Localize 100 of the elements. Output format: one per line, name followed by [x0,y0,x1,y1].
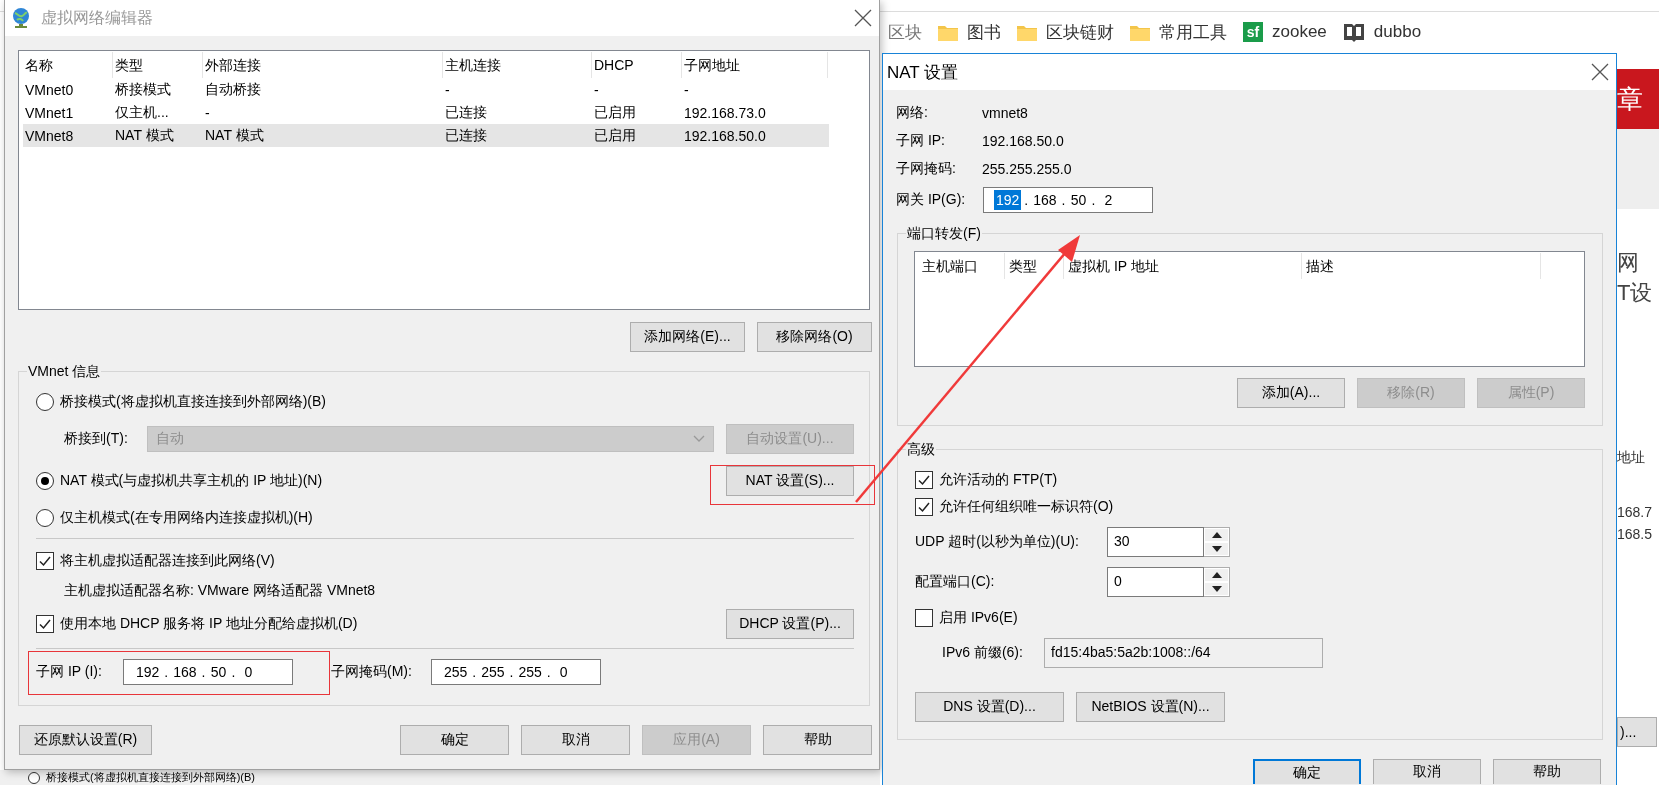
ip-octet: 192 [135,663,161,682]
column-header[interactable]: 子网地址 [682,52,828,78]
group-title: VMnet 信息 [27,362,102,380]
dialog-button[interactable]: 取消 [521,725,630,755]
list-button[interactable]: 添加网络(E)... [630,322,745,352]
list-button[interactable]: 添加(A)... [1237,378,1345,408]
checkbox[interactable] [36,552,54,570]
ip-octet: 50 [209,663,228,682]
table-cell-text: VMnet0 [24,81,75,98]
bookmark[interactable]: dubbo [1342,22,1422,42]
settings-button[interactable]: NetBIOS 设置(N)... [1076,692,1225,722]
window-title: 虚拟网络编辑器 [41,7,153,28]
settings-button[interactable]: DHCP 设置(P)... [726,609,854,639]
column-header[interactable]: 主机连接 [443,52,592,78]
ip-octet: 0 [558,663,569,682]
down-triangle-icon [1211,586,1222,592]
checkbox[interactable] [915,471,933,489]
radio-label[interactable]: NAT 模式(与虚拟机共享主机的 IP 地址)(N) [60,472,323,490]
dialog-button[interactable]: 帮助 [763,725,872,755]
dialog-button[interactable]: 取消 [1373,759,1481,784]
radio-button[interactable] [36,393,54,411]
field-label: IPv6 前缀(6): [942,644,1024,662]
page-text: 168.5 [1617,525,1654,544]
dialog-button[interactable]: 帮助 [1493,759,1601,784]
list-button[interactable]: 移除网络(O) [757,322,872,352]
table-cell-text: 已连接 [444,103,488,122]
bookmark[interactable]: 图书 [938,20,1001,44]
bookmark[interactable]: 区块链财 [1017,20,1114,44]
ip-octet: 255 [480,663,506,682]
book-icon [1342,22,1365,42]
table-row[interactable]: VMnet1 仅主机... - 已连接 已启用 192.168.73.0 [23,101,829,124]
table-cell-text: 已连接 [444,126,488,145]
globe-icon [11,7,31,29]
dialog-button[interactable]: 确定 [1253,759,1361,784]
table-cell-text: VMnet8 [24,127,75,144]
checkbox[interactable] [915,498,933,516]
checkbox-label[interactable]: 将主机虚拟适配器连接到此网络(V) [60,552,275,570]
table-cell-text: 已启用 [593,103,637,122]
ipv6-prefix-field[interactable]: fd15:4ba5:5a2b:1008::/64 [1044,638,1323,668]
radio-label[interactable]: 桥接模式(将虚拟机直接连接到外部网络)(B) [60,393,326,411]
page-banner: 章 [1617,69,1659,129]
gateway-ip-field[interactable]: 192 . 168 . 50 . 2 [983,187,1153,213]
ip-octet: 2 [1103,191,1114,210]
field-label: 子网掩码(M): [331,663,413,681]
udp-timeout-field[interactable]: 30 [1107,527,1204,557]
spin-down-button[interactable] [1205,543,1228,555]
table-cell-text: NAT 模式 [114,126,175,145]
field-value: 255.255.255.0 [982,161,1072,177]
checkbox[interactable] [36,615,54,633]
group-title: 端口转发(F) [906,224,982,242]
radio-button[interactable] [28,771,40,784]
checkbox[interactable] [915,609,933,627]
field-label: 子网掩码: [896,160,957,178]
field-value: vmnet8 [982,105,1028,121]
table-cell-text: - [593,81,600,98]
ip-octet: 255 [443,663,469,682]
close-icon [854,9,872,27]
chevron-icon [693,435,705,443]
bookmark[interactable]: sf zookee [1243,22,1327,42]
column-header[interactable]: 类型 [113,52,203,78]
bookmark[interactable]: 常用工具 [1130,20,1227,44]
dot-separator: . [200,664,207,680]
spin-up-button[interactable] [1205,529,1228,541]
checkbox-label[interactable]: 启用 IPv6(E) [939,609,1018,627]
table-cell-text: VMnet1 [24,104,75,121]
field-label: 桥接到(T): [64,430,129,448]
radio-button[interactable] [36,509,54,527]
down-triangle-icon [1211,546,1222,552]
column-header[interactable]: 主机端口 [918,253,1005,279]
dialog-button[interactable]: 还原默认设置(R) [19,725,152,755]
spin-down-button[interactable] [1205,583,1228,595]
page-button[interactable]: )... [1617,717,1657,747]
table-row[interactable]: VMnet8 NAT 模式 NAT 模式 已连接 已启用 192.168.50.0 [23,124,829,147]
checkbox-label[interactable]: 使用本地 DHCP 服务将 IP 地址分配给虚拟机(D) [60,615,358,633]
dialog-button[interactable]: 确定 [400,725,509,755]
config-port-field[interactable]: 0 [1107,567,1204,597]
field-label: 网络: [896,104,929,122]
column-header[interactable]: DHCP [592,52,682,78]
settings-button[interactable]: NAT 设置(S)... [726,466,854,496]
subnet-mask-field[interactable]: 255 . 255 . 255 . 0 [431,659,601,685]
table-cell-text: - [444,81,451,98]
column-header[interactable]: 名称 [23,52,113,78]
column-header[interactable]: 描述 [1302,253,1541,279]
table-row[interactable]: VMnet0 桥接模式 自动桥接 - - - [23,78,829,101]
bookmark[interactable]: 区块 [888,20,922,44]
dot-separator: . [1060,192,1067,208]
radio-button[interactable] [36,472,54,490]
table-cell-text: - [683,81,690,98]
site-logo-icon: sf [1243,22,1263,42]
checkbox-label[interactable]: 允许活动的 FTP(T) [939,471,1058,489]
checkbox-label[interactable]: 允许任何组织唯一标识符(O) [939,498,1114,516]
field-label: 子网 IP: [896,132,946,150]
spin-up-button[interactable] [1205,569,1228,581]
ip-octet: 255 [517,663,543,682]
field-label: UDP 超时(以秒为单位)(U): [915,533,1080,551]
radio-label[interactable]: 仅主机模式(在专用网络内连接虚拟机)(H) [60,509,313,527]
page-heading-text: 网 [1617,249,1640,277]
column-header[interactable]: 外部连接 [203,52,443,78]
subnet-ip-field[interactable]: 192 . 168 . 50 . 0 [123,659,293,685]
settings-button[interactable]: DNS 设置(D)... [915,692,1064,722]
